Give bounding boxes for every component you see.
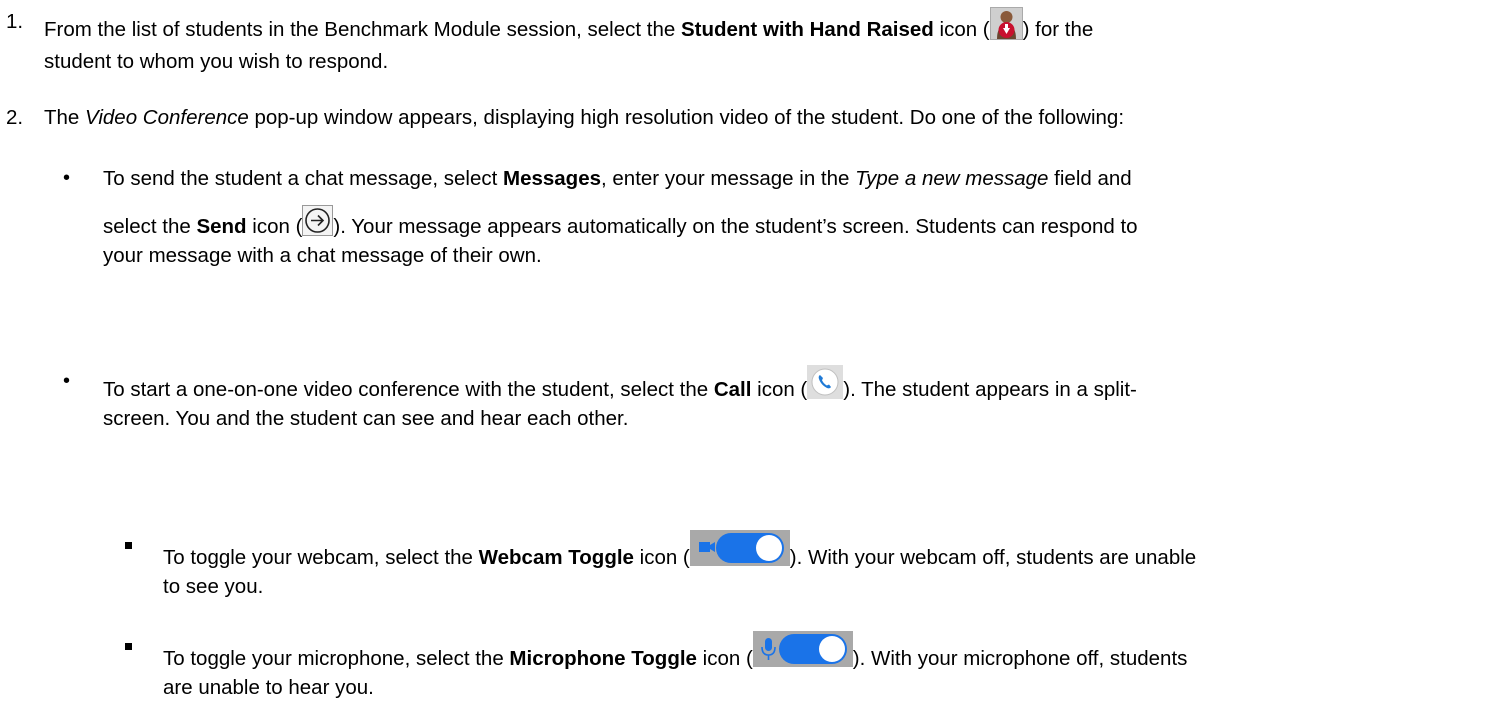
- bullet-1-text: To send the student a chat message, sele…: [103, 164, 1483, 270]
- step-1-text: From the list of students in the Benchma…: [44, 7, 1484, 76]
- subbullet-2-marker: [125, 643, 132, 650]
- bullet-2-text: To start a one-on-one video conference w…: [103, 365, 1483, 433]
- send-arrow-icon: [302, 205, 334, 236]
- step-2-number: 2.: [6, 106, 24, 129]
- subbullet-2-text: To toggle your microphone, select the Mi…: [163, 631, 1483, 702]
- microphone-toggle-icon: [752, 631, 853, 667]
- subbullet-1-line-1: To toggle your webcam, select the Webcam…: [163, 530, 1483, 572]
- bullet-2-line-1: To start a one-on-one video conference w…: [103, 365, 1483, 404]
- phone-call-icon: [807, 365, 844, 399]
- bullet-1-line-3: your message with a chat message of thei…: [103, 244, 542, 267]
- step-1-line-1: From the list of students in the Benchma…: [44, 7, 1484, 44]
- step-1-number: 1.: [6, 10, 24, 33]
- subbullet-2-line-1: To toggle your microphone, select the Mi…: [163, 631, 1483, 673]
- bullet-2-line-2: screen. You and the student can see and …: [103, 407, 629, 430]
- subbullet-2-line-2: are unable to hear you.: [163, 676, 374, 699]
- bullet-2-marker: •: [63, 370, 71, 392]
- subbullet-1-line-2: to see you.: [163, 575, 264, 598]
- student-hand-raised-label: Student with Hand Raised: [680, 18, 934, 41]
- bullet-1-marker: •: [63, 167, 71, 189]
- student-hand-raised-icon: [989, 7, 1023, 40]
- subbullet-1-marker: [125, 542, 132, 549]
- step-2-text: The Video Conference pop-up window appea…: [44, 106, 1125, 129]
- bullet-1-line-2: select the Send icon ( ). Your message a…: [103, 205, 1483, 241]
- webcam-toggle-icon: [689, 530, 790, 566]
- bullet-1-line-1: To send the student a chat message, sele…: [103, 167, 1132, 190]
- step-1-line-2: student to whom you wish to respond.: [44, 50, 389, 73]
- subbullet-1-text: To toggle your webcam, select the Webcam…: [163, 530, 1483, 601]
